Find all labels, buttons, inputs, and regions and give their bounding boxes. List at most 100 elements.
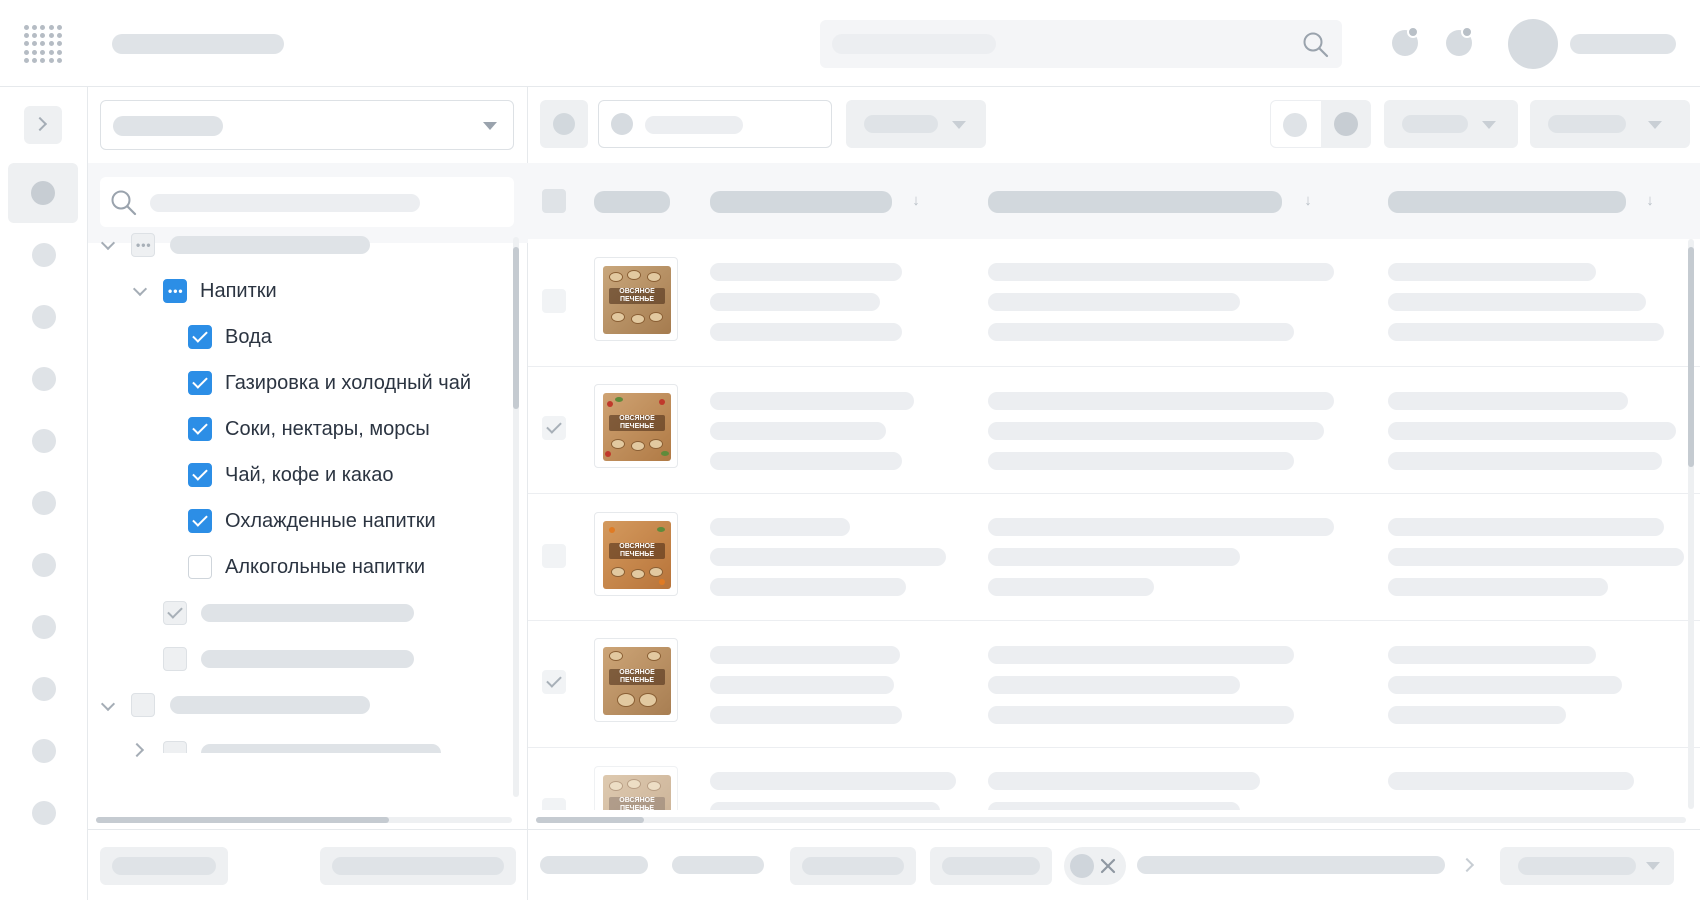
grid-filter-input[interactable] xyxy=(598,100,832,148)
search-placeholder xyxy=(150,194,420,212)
product-image[interactable]: ОВСЯНОЕ ПЕЧЕНЬЕ xyxy=(594,257,678,341)
arrow-down-icon[interactable]: ↓ xyxy=(1302,193,1314,209)
avatar[interactable] xyxy=(1508,19,1558,69)
product-image[interactable]: ОВСЯНОЕ ПЕЧЕНЬЕ xyxy=(594,384,678,468)
product-image[interactable]: ОВСЯНОЕ ПЕЧЕНЬЕ xyxy=(594,766,678,810)
row-checkbox[interactable] xyxy=(542,544,566,568)
chevron-right-icon[interactable] xyxy=(1459,857,1475,873)
rail-item[interactable] xyxy=(32,491,56,515)
grid-scrollbar-horizontal[interactable] xyxy=(536,817,644,823)
table-row[interactable]: ОВСЯНОЕ ПЕЧЕНЬЕ xyxy=(528,367,1688,494)
select-all-checkbox[interactable] xyxy=(542,189,566,213)
apps-grid-icon[interactable] xyxy=(24,25,62,63)
grid-scroll-track xyxy=(536,817,1686,823)
product-image[interactable]: ОВСЯНОЕ ПЕЧЕНЬЕ xyxy=(594,512,678,596)
app-title-placeholder xyxy=(112,34,284,54)
tree-item-label[interactable]: Алкогольные напитки xyxy=(225,555,425,579)
notification-icon[interactable] xyxy=(1392,26,1419,56)
category-select[interactable] xyxy=(100,100,514,150)
close-icon[interactable] xyxy=(1100,858,1116,874)
drinks-checkbox[interactable]: ••• xyxy=(163,279,187,303)
chevron-down-icon xyxy=(483,122,497,130)
row-checkbox[interactable] xyxy=(542,798,566,810)
tree-node-placeholder xyxy=(170,236,370,254)
rail-item[interactable] xyxy=(32,429,56,453)
rail-item[interactable] xyxy=(32,615,56,639)
rail-item[interactable] xyxy=(32,801,56,825)
tree-scrollbar-vertical[interactable] xyxy=(513,247,519,409)
view-toggle-option-active[interactable] xyxy=(1321,100,1371,148)
tree-group-label[interactable]: Напитки xyxy=(200,279,277,303)
chevron-right-icon[interactable] xyxy=(129,742,145,758)
rail-item[interactable] xyxy=(32,677,56,701)
chevron-down-icon[interactable] xyxy=(132,281,148,297)
tree-checkbox[interactable] xyxy=(163,741,187,753)
tree-item-label[interactable]: Чай, кофе и какао xyxy=(225,463,393,487)
view-toggle[interactable] xyxy=(1270,100,1371,148)
rail-item-active[interactable] xyxy=(8,163,78,223)
grid-sort-dropdown[interactable] xyxy=(1384,100,1518,148)
global-search-input[interactable] xyxy=(820,20,1342,68)
arrow-down-icon[interactable]: ↓ xyxy=(910,193,922,209)
chevron-right-icon xyxy=(32,116,48,132)
rail-item[interactable] xyxy=(32,553,56,577)
expand-sidebar-button[interactable] xyxy=(24,106,62,144)
chevron-down-icon xyxy=(1482,121,1496,129)
cookie-pack-image: ОВСЯНОЕ ПЕЧЕНЬЕ xyxy=(603,775,671,810)
tree-item-checkbox[interactable] xyxy=(188,325,212,349)
table-row[interactable]: ОВСЯНОЕ ПЕЧЕНЬЕ xyxy=(528,748,1688,810)
footer-button[interactable] xyxy=(790,847,916,885)
rail-item[interactable] xyxy=(32,367,56,391)
tree-checkbox[interactable] xyxy=(163,647,187,671)
cookie-pack-image: ОВСЯНОЕ ПЕЧЕНЬЕ xyxy=(603,393,671,461)
tree-item-checkbox[interactable] xyxy=(188,555,212,579)
footer-chip[interactable] xyxy=(1064,847,1126,885)
rail-icon xyxy=(31,181,55,205)
row-checkbox[interactable] xyxy=(542,416,566,440)
table-row[interactable]: ОВСЯНОЕ ПЕЧЕНЬЕ xyxy=(528,494,1688,621)
row-checkbox[interactable] xyxy=(542,289,566,313)
column-header[interactable] xyxy=(1388,191,1626,213)
tree-item-checkbox[interactable] xyxy=(188,417,212,441)
tree-scrollbar-horizontal[interactable] xyxy=(96,817,389,823)
tree-item-label[interactable]: Газировка и холодный чай xyxy=(225,371,471,395)
footer-button[interactable] xyxy=(320,847,516,885)
chevron-down-icon[interactable] xyxy=(100,696,116,712)
message-icon[interactable] xyxy=(1446,26,1473,56)
search-placeholder xyxy=(832,34,996,54)
column-header[interactable] xyxy=(710,191,892,213)
grid-settings-dropdown[interactable] xyxy=(1530,100,1690,148)
search-icon[interactable] xyxy=(1302,31,1330,59)
tree-item-label[interactable]: Охлажденные напитки xyxy=(225,509,436,533)
tree-checkbox[interactable]: ••• xyxy=(131,233,155,257)
tree-checkbox[interactable] xyxy=(131,693,155,717)
grid-filter-dropdown[interactable] xyxy=(846,100,986,148)
product-pack-label: ОВСЯНОЕ ПЕЧЕНЬЕ xyxy=(609,669,665,685)
table-row[interactable]: ОВСЯНОЕ ПЕЧЕНЬЕ xyxy=(528,239,1688,366)
footer-dropdown[interactable] xyxy=(1500,847,1674,885)
tree-item-checkbox[interactable] xyxy=(188,509,212,533)
footer-button[interactable] xyxy=(930,847,1052,885)
tree-item-label[interactable]: Вода xyxy=(225,325,272,349)
tree-search-input[interactable] xyxy=(100,177,514,227)
column-header[interactable] xyxy=(594,191,670,213)
product-pack-label: ОВСЯНОЕ ПЕЧЕНЬЕ xyxy=(609,797,665,810)
tree-checkbox[interactable] xyxy=(163,601,187,625)
product-pack-label: ОВСЯНОЕ ПЕЧЕНЬЕ xyxy=(609,543,665,559)
toolbar-action-button[interactable] xyxy=(540,100,588,148)
column-header[interactable] xyxy=(988,191,1282,213)
table-row[interactable]: ОВСЯНОЕ ПЕЧЕНЬЕ xyxy=(528,621,1688,748)
tree-item-checkbox[interactable] xyxy=(188,463,212,487)
rail-item[interactable] xyxy=(32,305,56,329)
footer-button[interactable] xyxy=(100,847,228,885)
view-toggle-option[interactable] xyxy=(1283,113,1307,137)
cookie-pack-image: ОВСЯНОЕ ПЕЧЕНЬЕ xyxy=(603,521,671,589)
tree-item-label[interactable]: Соки, нектары, морсы xyxy=(225,417,430,441)
row-checkbox[interactable] xyxy=(542,670,566,694)
rail-item[interactable] xyxy=(32,243,56,267)
product-image[interactable]: ОВСЯНОЕ ПЕЧЕНЬЕ xyxy=(594,638,678,722)
tree-item-checkbox[interactable] xyxy=(188,371,212,395)
grid-scrollbar-vertical[interactable] xyxy=(1688,247,1694,467)
arrow-down-icon[interactable]: ↓ xyxy=(1644,193,1656,209)
rail-item[interactable] xyxy=(32,739,56,763)
